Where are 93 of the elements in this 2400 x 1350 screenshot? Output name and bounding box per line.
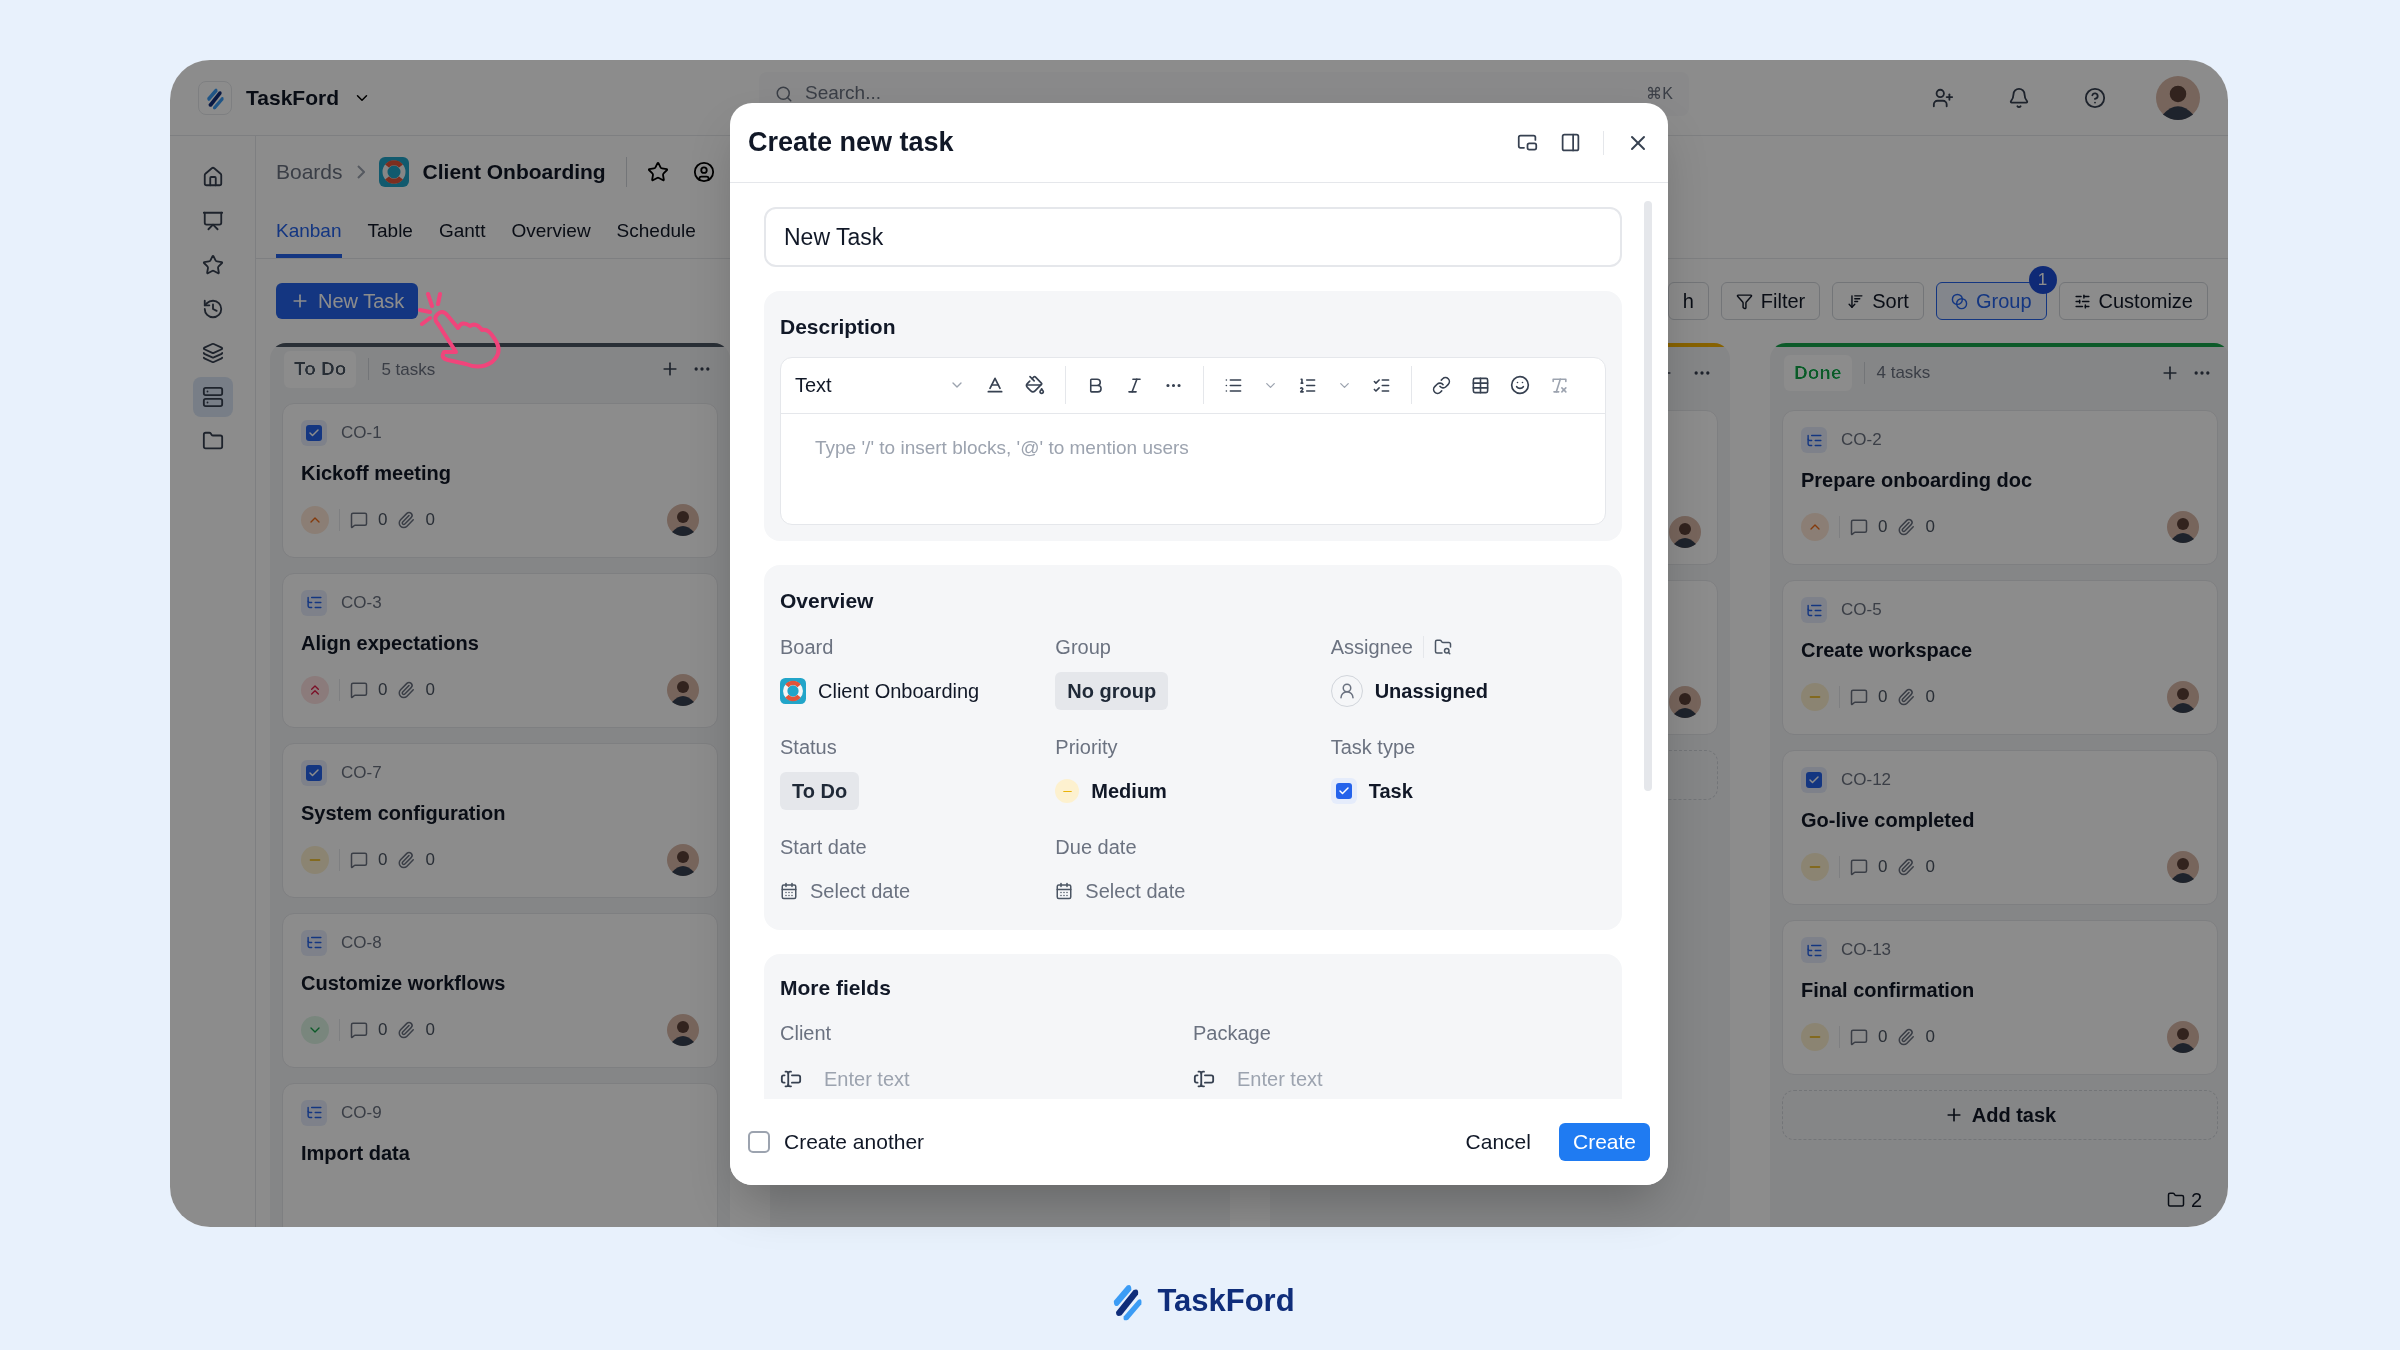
priority-value[interactable]: Medium (1091, 776, 1167, 806)
task-id: CO-5 (1841, 599, 1882, 622)
attachment-count: 0 (1925, 1026, 1935, 1049)
field-label: Due date (1055, 835, 1137, 860)
view-tab[interactable]: Schedule (616, 208, 696, 258)
toolbar-button[interactable]: h (1667, 282, 1709, 320)
date-value[interactable]: Select date (810, 876, 911, 906)
date-value[interactable]: Select date (1085, 876, 1186, 906)
task-id: CO-8 (341, 931, 382, 954)
attachment-count: 0 (425, 848, 435, 871)
toolbar-button[interactable]: Customize (2058, 282, 2208, 320)
task-card[interactable]: CO-2 Prepare onboarding doc 0 0 (1782, 410, 2218, 565)
task-card[interactable]: CO-3 Align expectations 0 0 (282, 572, 718, 728)
field-label: Priority (1055, 735, 1118, 760)
task-card[interactable]: CO-13 Final confirmation 0 0 (1782, 920, 2218, 1075)
editor-placeholder: Type '/' to insert blocks, '@' to mention users (815, 436, 1189, 458)
task-name-field[interactable]: New Task (764, 207, 1622, 267)
task-card[interactable]: CO-5 Create workspace 0 0 (1782, 580, 2218, 735)
assignee-value[interactable]: Unassigned (1374, 676, 1488, 706)
task-title: System configuration (301, 800, 507, 826)
task-title: Kickoff meeting (301, 460, 453, 486)
view-tab[interactable]: Kanban (276, 208, 342, 258)
task-type-value[interactable]: Task (1368, 776, 1413, 806)
section-heading: Overview (780, 587, 875, 614)
toolbar-button[interactable]: Filter (1720, 282, 1821, 320)
comment-count: 0 (1878, 686, 1888, 709)
attachment-count: 0 (425, 678, 435, 701)
field-label: Task type (1330, 735, 1416, 760)
view-tab[interactable]: Gantt (438, 208, 486, 258)
comment-count: 0 (378, 508, 388, 531)
field-label: Group (1055, 635, 1111, 660)
comment-count: 0 (1878, 1026, 1888, 1049)
field-label: Board (780, 635, 834, 660)
task-id: CO-1 (341, 421, 382, 444)
task-title: Final confirmation (1801, 978, 1976, 1003)
field-label: Client (780, 1020, 833, 1046)
task-count: 4 tasks (1876, 362, 1931, 385)
board-title: Client Onboarding (422, 159, 606, 186)
create-button[interactable]: Create (1558, 1123, 1650, 1161)
checkbox-label: Create another (784, 1129, 926, 1156)
field-label: Status (780, 735, 837, 760)
comment-count: 0 (1878, 856, 1888, 879)
shortcut-hint: ⌘K (1646, 84, 1673, 104)
comment-count: 0 (378, 678, 388, 701)
attachment-count: 0 (1925, 686, 1935, 709)
task-id: CO-2 (1841, 429, 1882, 452)
status-chip: To Do (284, 351, 357, 388)
brand-name: TaskFord (1157, 1282, 1295, 1320)
attachment-count: 0 (425, 508, 435, 531)
task-count: 5 tasks (381, 358, 436, 381)
workspace-name[interactable]: TaskFord (246, 81, 339, 114)
search-placeholder: Search... (804, 82, 882, 104)
task-card[interactable]: CO-9 Import data (282, 1082, 718, 1227)
task-card[interactable]: CO-12 Go-live completed 0 0 (1782, 750, 2218, 905)
count-badge: 1 (2028, 266, 2057, 294)
rich-text-editor[interactable]: Text Type '/' to insert blocks, '@' to mention users (780, 356, 1606, 525)
dialog-title: Create new task (748, 126, 955, 160)
task-card[interactable]: CO-8 Customize workflows 0 0 (282, 912, 718, 1068)
comment-count: 0 (378, 1018, 388, 1041)
tag-value[interactable]: No group (1055, 672, 1169, 710)
task-id: CO-7 (341, 761, 382, 784)
comment-count: 0 (378, 848, 388, 871)
comment-count: 0 (1878, 516, 1888, 539)
task-id: CO-13 (1841, 939, 1892, 962)
task-title: Go-live completed (1801, 808, 1976, 833)
breadcrumb-link[interactable]: Boards (276, 156, 343, 188)
attachment-count: 0 (425, 1018, 435, 1041)
task-title: Align expectations (301, 630, 480, 656)
view-tab[interactable]: Overview (511, 208, 591, 258)
new-task-button[interactable]: New Task (276, 283, 419, 319)
task-id: CO-12 (1841, 769, 1892, 792)
task-title: Customize workflows (301, 970, 507, 996)
attachment-count: 0 (1925, 856, 1935, 879)
add-task-button[interactable]: Add task (1782, 1090, 2218, 1140)
attachment-count: 0 (1925, 516, 1935, 539)
field-label: Start date (780, 835, 867, 860)
section-heading: Description (780, 314, 897, 340)
board-value[interactable]: Client Onboarding (818, 676, 980, 706)
task-title: Import data (301, 1140, 411, 1166)
status-chip: Done (1784, 354, 1852, 392)
toolbar-button[interactable]: Sort (1832, 282, 1924, 320)
field-label: Assignee (1330, 635, 1413, 660)
task-title: Create workspace (1801, 638, 1974, 663)
task-id: CO-9 (341, 1101, 382, 1124)
field-label: Package (1193, 1020, 1272, 1046)
task-card[interactable]: CO-7 System configuration 0 0 (282, 742, 718, 898)
view-tab[interactable]: Table (367, 208, 413, 258)
task-id: CO-3 (341, 591, 382, 614)
task-card[interactable]: CO-1 Kickoff meeting 0 0 (282, 402, 718, 558)
task-title: Prepare onboarding doc (1801, 468, 2034, 493)
section-heading: More fields (780, 975, 892, 1001)
tag-value[interactable]: To Do (780, 772, 860, 810)
format-dropdown[interactable]: Text (795, 370, 965, 400)
